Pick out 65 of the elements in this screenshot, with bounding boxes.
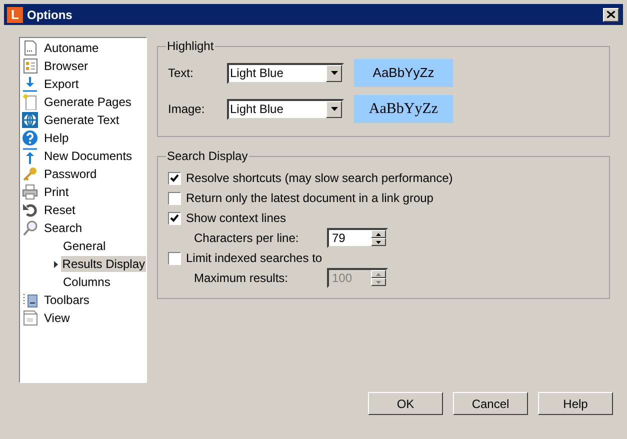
page-icon: [22, 310, 38, 326]
arrow-up-icon: [22, 148, 38, 164]
tree-item[interactable]: Print: [43, 184, 70, 200]
number-spinner[interactable]: 79: [327, 228, 388, 248]
dialog-button[interactable]: OK: [368, 392, 443, 415]
close-icon: [607, 11, 615, 18]
toolbar-icon: [22, 292, 38, 308]
app-icon: L: [7, 6, 23, 22]
group-title: Search Display: [166, 148, 249, 165]
printer-icon: [22, 184, 38, 200]
dialog-button[interactable]: Cancel: [453, 392, 528, 415]
checkbox[interactable]: [168, 212, 181, 224]
close-button[interactable]: [603, 8, 619, 22]
key-icon: [22, 166, 38, 182]
globe-icon: [22, 112, 38, 128]
down-caret-icon: [376, 280, 381, 284]
tree-item[interactable]: Browser: [43, 58, 90, 74]
spin-up-button[interactable]: [371, 230, 386, 238]
caret-icon: [330, 107, 338, 111]
search-icon: [22, 220, 38, 236]
undo-icon: [22, 202, 38, 218]
tree-item[interactable]: Toolbars: [43, 292, 90, 308]
field-label: Characters per line:: [194, 230, 300, 247]
up-caret-icon: [376, 272, 381, 276]
page-icon: [22, 94, 38, 110]
tree-item[interactable]: Generate Text: [43, 112, 120, 128]
down-caret-icon: [376, 240, 381, 244]
arrow-down-icon: [22, 76, 38, 92]
help-icon: [22, 130, 38, 146]
tree-item[interactable]: Export: [43, 76, 80, 92]
tree-item[interactable]: Search: [43, 220, 84, 236]
tree-item[interactable]: Help: [43, 130, 70, 146]
checkbox-label: Resolve shortcuts (may slow search performance): [186, 170, 453, 187]
tree-item[interactable]: Password: [43, 166, 98, 182]
tree-item[interactable]: New Documents: [43, 148, 134, 164]
tree-item[interactable]: View: [43, 310, 71, 326]
field-label: Maximum results:: [194, 270, 290, 287]
field-label: Text:: [168, 65, 194, 82]
dropdown-arrow-button[interactable]: [326, 100, 342, 118]
checkbox[interactable]: [168, 192, 181, 204]
tree-item[interactable]: Generate Pages: [43, 94, 132, 110]
up-caret-icon: [376, 232, 381, 236]
spin-down-button[interactable]: [371, 238, 386, 246]
tree-item[interactable]: Autoname: [43, 40, 100, 56]
checkbox[interactable]: [168, 252, 181, 264]
dropdown-arrow-button[interactable]: [326, 64, 342, 82]
highlight-sample: AaBbYyZz: [354, 59, 453, 87]
window-title: Options: [27, 6, 72, 24]
checkbox-label: Limit indexed searches to: [186, 250, 322, 267]
checkbox-label: Return only the latest document in a link group: [186, 190, 434, 207]
field-label: Image:: [168, 101, 206, 118]
tree-item[interactable]: Results Display: [61, 256, 146, 272]
browser-icon: [22, 58, 38, 74]
group-title: Highlight: [166, 38, 215, 55]
color-dropdown[interactable]: Light Blue: [227, 98, 344, 120]
document-icon: [22, 40, 38, 56]
checkbox[interactable]: [168, 172, 181, 184]
color-dropdown[interactable]: Light Blue: [227, 62, 344, 84]
checkbox-label: Show context lines: [186, 210, 286, 227]
caret-icon: [330, 71, 338, 75]
tree-item[interactable]: General: [62, 238, 107, 254]
highlight-sample: AaBbYyZz: [354, 95, 453, 123]
tree-item[interactable]: Columns: [62, 274, 112, 290]
dialog-button[interactable]: Help: [538, 392, 613, 415]
tree-item[interactable]: Reset: [43, 202, 76, 218]
